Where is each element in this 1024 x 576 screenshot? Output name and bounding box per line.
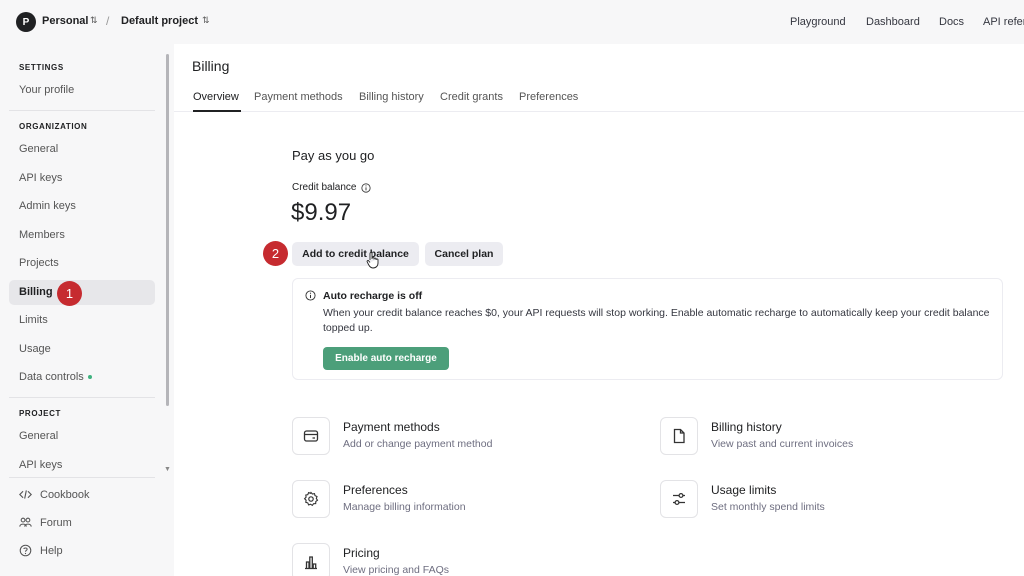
info-icon[interactable] xyxy=(361,182,372,193)
pricing-card[interactable] xyxy=(292,543,330,576)
sidebar-item-limits[interactable]: Limits xyxy=(9,308,155,333)
sidebar-divider xyxy=(9,110,155,111)
credit-balance-amount: $9.97 xyxy=(291,199,352,226)
gear-icon xyxy=(303,491,319,507)
nav-dashboard[interactable]: Dashboard xyxy=(866,16,920,28)
tab-payment-methods[interactable]: Payment methods xyxy=(254,91,343,103)
card-title-pricing[interactable]: Pricing xyxy=(343,546,380,560)
sidebar-item-admin-keys[interactable]: Admin keys xyxy=(9,194,155,219)
card-subtitle: View pricing and FAQs xyxy=(343,564,450,576)
sidebar-item-label: Data controls xyxy=(19,371,84,383)
sidebar-footer-help[interactable]: Help xyxy=(19,544,63,557)
sidebar-item-data-controls[interactable]: Data controls xyxy=(9,365,155,390)
usage-limits-card[interactable] xyxy=(660,480,698,518)
card-subtitle: Manage billing information xyxy=(343,501,466,513)
step-marker-1: 1 xyxy=(57,281,82,306)
project-selector[interactable]: Default project xyxy=(121,15,198,27)
people-icon xyxy=(19,517,32,527)
tab-overview[interactable]: Overview xyxy=(193,91,239,103)
sidebar-item-general[interactable]: General xyxy=(9,137,155,162)
section-title: Pay as you go xyxy=(292,148,375,163)
hand-cursor-icon xyxy=(366,252,379,269)
help-icon xyxy=(19,544,32,557)
sidebar-item-project-general[interactable]: General xyxy=(9,424,155,449)
org-selector[interactable]: Personal xyxy=(42,15,88,27)
tab-preferences[interactable]: Preferences xyxy=(519,91,578,103)
credit-balance-label: Credit balance xyxy=(292,182,372,193)
sidebar-item-project-api-keys[interactable]: API keys xyxy=(9,453,155,478)
sidebar-divider xyxy=(9,477,155,478)
billing-history-card[interactable] xyxy=(660,417,698,455)
scroll-down-arrow-icon[interactable]: ▼ xyxy=(164,466,171,473)
main-content: Billing Overview Payment methods Billing… xyxy=(174,44,1024,576)
sidebar-footer-label: Cookbook xyxy=(40,488,90,501)
settings-heading: SETTINGS xyxy=(19,63,64,72)
nav-docs[interactable]: Docs xyxy=(939,16,964,28)
add-credit-balance-button[interactable]: Add to credit balance xyxy=(292,242,419,266)
sidebar: SETTINGS Your profile ORGANIZATION Gener… xyxy=(0,44,172,576)
sidebar-footer-forum[interactable]: Forum xyxy=(19,516,72,529)
page-title: Billing xyxy=(192,58,230,74)
nav-api-reference[interactable]: API refer xyxy=(983,16,1024,28)
sidebar-footer-cookbook[interactable]: Cookbook xyxy=(19,488,90,501)
chevron-up-down-icon[interactable]: ⇅ xyxy=(90,15,98,26)
card-title-billing-history[interactable]: Billing history xyxy=(711,420,782,434)
card-subtitle: Add or change payment method xyxy=(343,438,493,450)
notice-text: When your credit balance reaches $0, you… xyxy=(323,307,990,334)
active-tab-indicator xyxy=(193,110,241,112)
status-dot xyxy=(87,375,92,380)
card-subtitle: Set monthly spend limits xyxy=(711,501,825,513)
project-heading: PROJECT xyxy=(19,409,61,418)
step-marker-2: 2 xyxy=(263,241,288,266)
nav-playground[interactable]: Playground xyxy=(790,16,846,28)
enable-auto-recharge-button[interactable]: Enable auto recharge xyxy=(323,347,449,370)
code-icon xyxy=(19,490,32,499)
card-title-payment-methods[interactable]: Payment methods xyxy=(343,420,440,434)
credit-card-icon xyxy=(303,430,319,442)
preferences-card[interactable] xyxy=(292,480,330,518)
auto-recharge-notice: Auto recharge is off When your credit ba… xyxy=(292,278,1003,380)
sidebar-scrollbar[interactable] xyxy=(166,54,169,406)
credit-balance-text: Credit balance xyxy=(292,182,357,193)
chevron-up-down-icon[interactable]: ⇅ xyxy=(202,15,210,26)
sidebar-item-projects[interactable]: Projects xyxy=(9,251,155,276)
tab-credit-grants[interactable]: Credit grants xyxy=(440,91,503,103)
chart-icon xyxy=(305,556,317,570)
sidebar-footer-label: Help xyxy=(40,544,63,557)
document-icon xyxy=(673,428,685,444)
notice-title: Auto recharge is off xyxy=(323,290,423,302)
payment-methods-card[interactable] xyxy=(292,417,330,455)
card-title-usage-limits[interactable]: Usage limits xyxy=(711,483,776,497)
sidebar-item-billing[interactable]: Billing xyxy=(9,280,155,305)
tab-billing-history[interactable]: Billing history xyxy=(359,91,424,103)
info-icon xyxy=(305,290,316,301)
sidebar-item-usage[interactable]: Usage xyxy=(9,337,155,362)
sidebar-item-api-keys[interactable]: API keys xyxy=(9,166,155,191)
sliders-icon xyxy=(673,492,685,506)
card-title-preferences[interactable]: Preferences xyxy=(343,483,408,497)
top-bar: P Personal ⇅ / Default project ⇅ Playgro… xyxy=(0,0,1024,44)
sidebar-divider xyxy=(9,397,155,398)
card-subtitle: View past and current invoices xyxy=(711,438,854,450)
sidebar-footer-label: Forum xyxy=(40,516,72,529)
sidebar-item-your-profile[interactable]: Your profile xyxy=(9,78,155,103)
organization-heading: ORGANIZATION xyxy=(19,122,88,131)
sidebar-item-members[interactable]: Members xyxy=(9,223,155,248)
tabs-divider xyxy=(174,111,1024,112)
cancel-plan-button[interactable]: Cancel plan xyxy=(425,242,503,266)
breadcrumb-separator: / xyxy=(106,14,110,28)
org-avatar[interactable]: P xyxy=(16,12,36,32)
